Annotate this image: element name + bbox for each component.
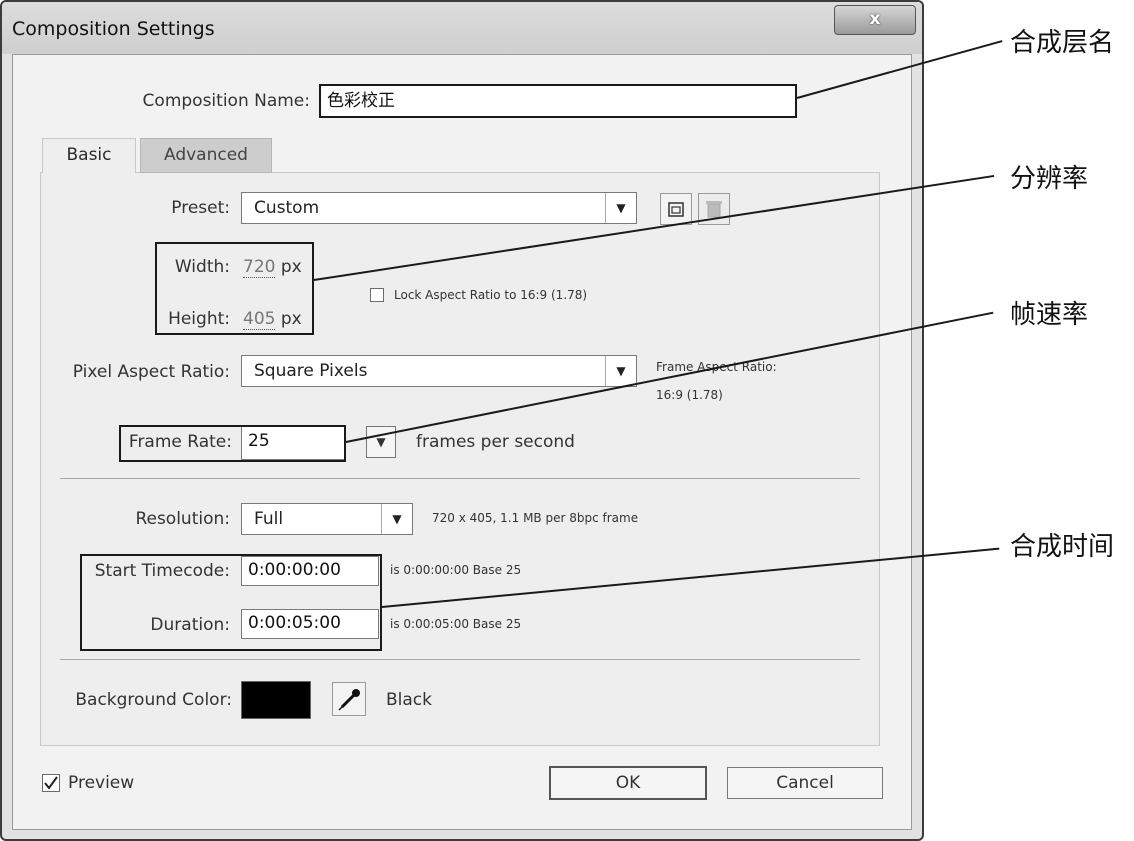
frame-rate-callout-box (119, 425, 346, 462)
tab-advanced[interactable]: Advanced (140, 138, 272, 173)
annotation-comp-name: 合成层名 (1010, 28, 1115, 58)
window-title: Composition Settings (12, 18, 215, 40)
lock-aspect-checkbox[interactable] (370, 288, 384, 302)
annotation-frame-rate: 帧速率 (1010, 300, 1089, 330)
resolution-dropdown[interactable]: Full ▼ (241, 503, 413, 535)
save-preset-button[interactable] (660, 193, 692, 225)
cancel-button[interactable]: Cancel (727, 767, 883, 799)
divider (60, 478, 860, 479)
duration-info: is 0:00:05:00 Base 25 (390, 617, 522, 631)
resolution-callout-box (155, 242, 314, 335)
tab-basic[interactable]: Basic (42, 138, 136, 173)
composition-name-input[interactable]: 色彩校正 (319, 84, 797, 118)
save-preset-icon (668, 202, 684, 217)
chevron-down-icon: ▼ (605, 356, 636, 386)
comp-time-callout-box (80, 554, 382, 651)
close-button[interactable]: x (834, 5, 916, 35)
annotation-resolution: 分辨率 (1010, 164, 1089, 194)
preset-label: Preset: (171, 198, 230, 218)
lock-aspect-label: Lock Aspect Ratio to 16:9 (1.78) (394, 288, 588, 302)
preset-value: Custom (254, 198, 320, 218)
preview-label: Preview (68, 773, 135, 793)
chevron-down-icon: ▼ (381, 504, 412, 534)
resolution-label: Resolution: (135, 509, 230, 529)
pixel-aspect-dropdown[interactable]: Square Pixels ▼ (241, 355, 637, 387)
preset-dropdown[interactable]: Custom ▼ (241, 192, 637, 224)
resolution-value: Full (254, 509, 284, 529)
background-color-label: Background Color: (75, 690, 232, 710)
chevron-down-icon: ▼ (605, 193, 636, 223)
preview-checkbox[interactable] (42, 774, 60, 792)
background-color-name: Black (386, 690, 432, 710)
background-color-swatch[interactable] (241, 681, 311, 719)
ok-button[interactable]: OK (549, 766, 707, 800)
start-timecode-info: is 0:00:00:00 Base 25 (390, 563, 522, 577)
title-bar[interactable]: Composition Settings x (2, 2, 922, 54)
frame-aspect-value: 16:9 (1.78) (656, 388, 723, 402)
annotation-comp-time: 合成时间 (1010, 532, 1115, 562)
pixel-aspect-value: Square Pixels (254, 361, 368, 381)
composition-name-label: Composition Name: (142, 91, 310, 111)
divider (60, 659, 860, 660)
frame-rate-unit: frames per second (416, 432, 575, 452)
pixel-aspect-label: Pixel Aspect Ratio: (72, 362, 230, 382)
resolution-info: 720 x 405, 1.1 MB per 8bpc frame (432, 511, 639, 525)
checkmark-icon (44, 776, 58, 790)
eyedropper-button[interactable] (332, 682, 366, 716)
eyedropper-icon (338, 689, 360, 711)
